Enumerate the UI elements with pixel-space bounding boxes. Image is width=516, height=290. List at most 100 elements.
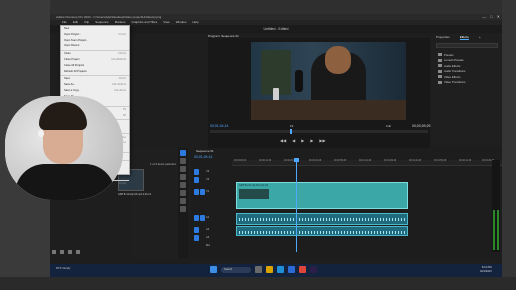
program-playhead[interactable] [290,129,292,134]
audio-meter-right [497,210,499,250]
video-table [251,100,406,120]
file-menu-item-shortcut: Ctrl+O [118,32,126,36]
program-monitor-label[interactable]: Program: Sequence 01 [208,34,239,38]
ruler-tick: 00;00;00;00 [234,160,247,162]
source-patch-icon[interactable] [200,215,205,221]
program-video-frame[interactable] [251,42,406,120]
track-header[interactable]: V1 [190,188,232,196]
ruler-tick: 00;02;14;29 [459,160,472,162]
track-label: A3 [206,236,210,239]
desktop-background-bottom [0,277,516,290]
selection-tool-icon[interactable] [180,150,186,156]
task-view-icon[interactable] [255,266,262,273]
track-header[interactable]: V3 [190,168,232,176]
tab-properties[interactable]: Properties [436,35,450,40]
chrome-icon[interactable] [299,266,306,273]
windows-start-icon[interactable] [210,266,217,273]
edge-icon[interactable] [277,266,284,273]
webcam-body [15,164,115,200]
taskbar-search[interactable]: Search [221,266,251,273]
timeline-playhead-line[interactable] [296,160,297,252]
earbud-icon [38,130,44,137]
effects-item-label: Lumetri Presets [444,58,464,63]
new-item-icon[interactable] [68,250,72,254]
taskbar-clock[interactable]: 8:41 PM 3/21/2024 [480,266,492,273]
video-clip[interactable]: GDP B-roll clip 03.mp4 [V] [236,182,408,209]
back-button[interactable]: ◀ [292,138,295,143]
audio-clip[interactable] [236,213,408,225]
track-header[interactable]: Mix [190,242,232,250]
razor-tool-icon[interactable] [180,174,186,180]
file-menu-item[interactable]: Refresh All Projects [61,69,129,75]
forward-button[interactable]: ▶ [310,138,313,143]
step-back-button[interactable]: ◀◀ [280,138,286,143]
track-target-icon[interactable] [194,169,199,175]
resolution-select[interactable]: Full [386,124,391,128]
ruler-tick: 00;00;59;28 [334,160,347,162]
audio-clip[interactable] [236,226,408,236]
effects-item-label: Video Effects [444,74,461,79]
clock-time: 8:41 PM [481,266,492,269]
project-selection-info: 1 of 2 items selected [150,162,176,166]
file-explorer-icon[interactable] [266,266,273,273]
screen: Adobe Premiere Pro 2024 - C:\Users\tyler… [0,0,516,290]
file-menu-item[interactable]: Open Recent [61,43,129,49]
track-label: A1 [206,216,210,219]
ruler-tick: 00;01;14;29 [359,160,372,162]
zoom-select[interactable]: Fit [290,124,293,128]
tab-effects[interactable]: Effects [459,35,469,40]
timeline-ruler[interactable]: 00;00;00;00 00;00;14;29 00;00;29;29 00;0… [232,160,502,166]
folder-icon [438,75,442,79]
track-target-icon[interactable] [194,227,199,233]
program-timecode[interactable]: 00;01;04;14 [210,124,229,128]
tab-more[interactable]: » [479,35,481,40]
webcam-overlay [5,96,123,200]
file-menu-item-shortcut: Ctrl+Shift+W [111,57,126,61]
store-icon[interactable] [288,266,295,273]
program-duration: 00;03;09;29 [412,124,431,128]
hand-tool-icon[interactable] [180,198,186,204]
track-target-icon[interactable] [194,177,199,183]
effects-search-input[interactable] [436,43,498,48]
tools-panel [178,148,188,258]
folder-icon [438,69,442,73]
project-footer [52,250,80,254]
ruler-tick: 00;00;14;29 [259,160,272,162]
type-tool-icon[interactable] [180,206,186,212]
list-view-icon[interactable] [52,250,56,254]
track-label: V1 [206,190,210,193]
trash-icon[interactable] [76,250,80,254]
weather-widget[interactable]: 66°F Cloudy [56,267,70,270]
source-patch-icon[interactable] [200,189,205,195]
effects-panel-tabs: Properties Effects » [432,34,502,41]
folder-icon [438,53,442,57]
ripple-edit-tool-icon[interactable] [180,166,186,172]
ruler-tick: 00;00;44;28 [309,160,322,162]
track-header[interactable]: A1 [190,214,232,222]
slip-tool-icon[interactable] [180,182,186,188]
sequence-tab[interactable]: Sequence 01 [196,149,214,153]
effects-item-label: Presets [444,52,454,57]
effects-item[interactable]: Video Transitions [438,80,496,86]
track-header[interactable]: A3 [190,234,232,242]
premiere-pro-icon[interactable] [310,266,317,273]
program-scrubber[interactable] [210,129,428,134]
icon-view-icon[interactable] [60,250,64,254]
step-forward-button[interactable]: ▶▶ [319,138,325,143]
timeline-timecode[interactable]: 00;01;04;14 [194,155,213,159]
ruler-tick: 00;01;44;28 [409,160,422,162]
effects-item-label: Audio Transitions [444,69,466,74]
play-button[interactable]: ▶ [301,138,304,143]
microphone-icon [295,70,303,92]
track-target-icon[interactable] [194,235,199,241]
track-target-icon[interactable] [194,215,199,221]
audio-meters [492,160,500,252]
video-clip-label: GDP B-roll clip 03.mp4 [V] [239,184,269,187]
timeline-playhead[interactable] [294,158,299,162]
track-header[interactable]: V2 [190,176,232,184]
pen-tool-icon[interactable] [180,190,186,196]
track-target-icon[interactable] [194,189,199,195]
track-header[interactable]: A2 [190,226,232,234]
track-headers: V3 V2 V1 A1 A2 A3 Mix [190,168,232,250]
track-select-tool-icon[interactable] [180,158,186,164]
